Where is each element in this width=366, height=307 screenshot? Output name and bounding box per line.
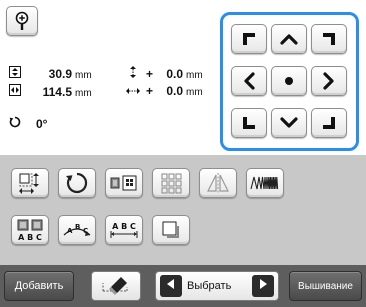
move-arrow-pad [220,12,359,151]
rotation-row: 0° [8,116,47,131]
move-down-button[interactable] [271,108,307,138]
density-button[interactable] [246,168,284,198]
letter-spacing-button[interactable]: A B C [105,215,143,245]
embroider-button[interactable]: Вышивание [289,271,362,301]
offset-horizontal-value: 0.0 [166,84,184,98]
array-icon [160,172,182,194]
move-down-left-button[interactable] [231,108,267,138]
offset-horizontal-sign: + [146,84,154,98]
edit-toolbar: A B C A B C A B C [0,155,366,265]
rotation-icon [8,116,22,128]
resize-icon [17,171,43,195]
offset-vertical-value: 0.0 [166,67,184,81]
chevron-right-icon [323,72,335,90]
chevron-left-icon [243,72,255,90]
embroider-button-label: Вышивание [298,280,353,292]
mirror-button[interactable] [199,168,237,198]
move-up-right-button[interactable] [311,24,347,54]
magnifier-plus-icon [14,11,30,31]
arc-text-button[interactable]: A B C [58,215,96,245]
vertical-move-icon [126,66,140,78]
svg-text:B: B [75,223,80,231]
select-prev-button[interactable] [160,275,182,297]
arc-text-icon: A B C [62,219,92,241]
width-unit: mm [75,88,92,99]
border-frame-button[interactable] [152,215,190,245]
offset-horizontal-row: + 0.0 mm [126,84,203,98]
add-button[interactable]: Добавить [4,271,74,301]
svg-text:A: A [67,227,73,235]
arrow-down-left-icon [241,115,257,131]
add-button-label: Добавить [14,280,64,292]
width-row: 114.5 mm [8,84,92,99]
rotate-button[interactable] [58,168,96,198]
layout-button[interactable] [105,168,143,198]
move-down-right-button[interactable] [311,108,347,138]
offset-vertical-sign: + [146,67,154,81]
magnifier-button[interactable] [6,6,38,36]
select-next-button[interactable] [252,275,274,297]
triangle-right-icon [258,277,268,295]
move-right-button[interactable] [311,66,347,96]
resize-button[interactable] [11,168,49,198]
arrow-down-right-icon [321,115,337,131]
arrow-up-left-icon [241,31,257,47]
move-center-button[interactable] [271,66,307,96]
move-left-button[interactable] [231,66,267,96]
chevron-up-icon [280,33,298,45]
offset-vertical-row: + 0.0 mm [126,66,203,81]
density-icon [250,175,280,191]
spacing-button[interactable]: A B C [11,215,49,245]
width-arrow-icon [8,84,22,96]
svg-text:A B C: A B C [18,233,42,242]
info-area: 30.9 mm + 0.0 mm 114.5 mm + 0.0 mm 0° [0,0,366,155]
height-arrow-icon [8,66,22,78]
layout-icon [110,173,138,193]
mirror-icon [205,172,231,194]
bottom-bar: Добавить Выбрать Вышивание [0,265,366,307]
horizontal-move-icon [126,85,140,97]
chevron-down-icon [280,117,298,129]
spacing-icon: A B C [16,218,44,242]
svg-text:A B C: A B C [112,222,136,231]
height-value: 30.9 [48,67,72,81]
offset-vertical-unit: mm [186,70,203,81]
svg-text:C: C [83,227,88,235]
eraser-icon [99,273,133,300]
array-button[interactable] [152,168,190,198]
width-value: 114.5 [42,85,72,99]
height-row: 30.9 mm [8,66,92,81]
offset-horizontal-unit: mm [186,87,203,98]
center-dot-icon [284,76,294,86]
height-unit: mm [75,70,92,81]
border-frame-icon [160,219,182,241]
arrow-up-right-icon [321,31,337,47]
eraser-button[interactable] [91,271,141,301]
triangle-left-icon [166,277,176,295]
move-up-left-button[interactable] [231,24,267,54]
move-up-button[interactable] [271,24,307,54]
select-group: Выбрать [155,271,279,301]
select-label: Выбрать [187,280,232,292]
letter-spacing-icon: A B C [109,219,139,241]
rotate-icon [65,171,89,195]
rotation-value: 0° [36,117,48,131]
